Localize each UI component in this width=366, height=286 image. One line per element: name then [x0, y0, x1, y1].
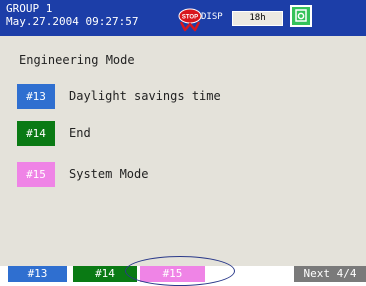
group-name: GROUP 1 [6, 2, 53, 15]
item-label: Daylight savings time [69, 89, 221, 103]
recorder-screen: GROUP 1 May.27.2004 09:27:57 STOP DISP 1… [0, 0, 366, 286]
next-page-softkey[interactable]: Next 4/4 [294, 266, 366, 282]
date-time: May.27.2004 09:27:57 [6, 15, 139, 28]
disp-label: DISP [201, 12, 223, 22]
page-title: Engineering Mode [19, 53, 135, 67]
item-badge: #14 [17, 121, 55, 146]
item-badge: #13 [17, 84, 55, 109]
camera-icon [290, 5, 312, 27]
engineering-menu-panel: Engineering Mode #13 Daylight savings ti… [0, 36, 366, 266]
softkey-13[interactable]: #13 [8, 266, 67, 282]
stop-icon-text: STOP [182, 15, 198, 21]
stop-icon: STOP [178, 8, 202, 34]
display-interval: 18h [232, 11, 283, 26]
item-label: System Mode [69, 167, 149, 181]
status-bar: GROUP 1 May.27.2004 09:27:57 STOP DISP 1… [0, 0, 366, 36]
item-label: End [69, 126, 91, 140]
item-badge: #15 [17, 162, 55, 187]
